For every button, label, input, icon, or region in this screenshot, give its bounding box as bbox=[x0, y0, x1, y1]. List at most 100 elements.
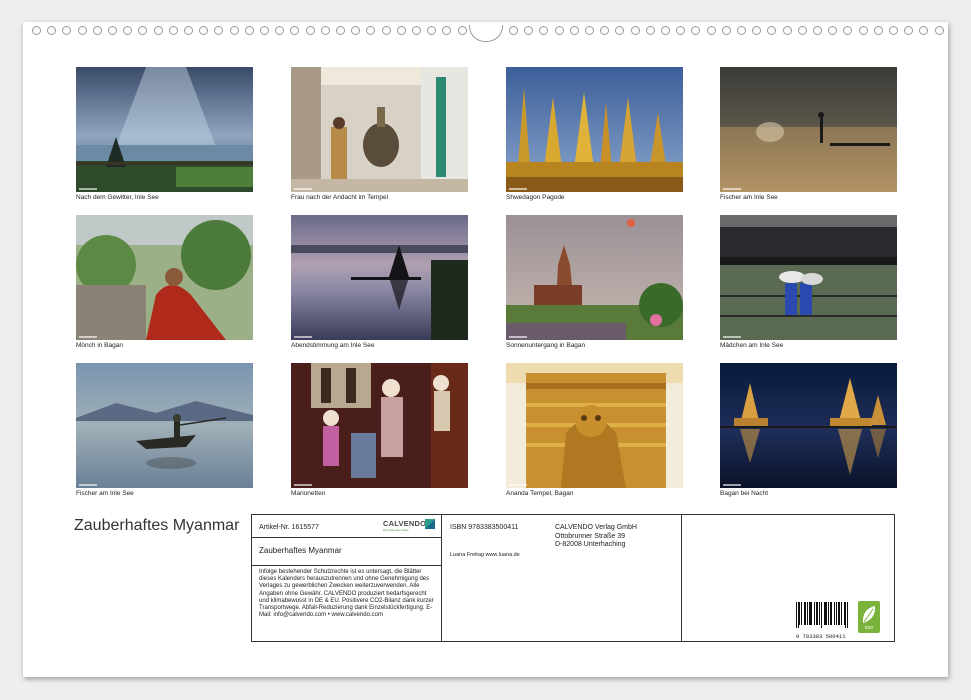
barcode-bar bbox=[814, 602, 815, 625]
barcode-bar bbox=[810, 602, 811, 625]
binding-hole bbox=[214, 26, 224, 35]
photo-7 bbox=[506, 215, 683, 340]
binding-hole bbox=[108, 26, 117, 35]
photo-8 bbox=[720, 215, 897, 340]
binding-hole bbox=[585, 26, 594, 35]
barcode-bar bbox=[798, 602, 799, 628]
photo-6-caption: Abendstimmung am Inle See bbox=[291, 342, 375, 349]
binding-hole bbox=[62, 26, 72, 35]
binding-hole bbox=[843, 26, 853, 35]
binding-hole bbox=[873, 26, 883, 35]
binding-hole bbox=[919, 26, 929, 35]
binding-hole bbox=[858, 26, 868, 35]
barcode-bar bbox=[847, 602, 848, 628]
binding-hole bbox=[600, 26, 610, 35]
binding-hole bbox=[442, 26, 452, 35]
binding-hole bbox=[260, 26, 269, 35]
binding-hole bbox=[366, 26, 376, 35]
binding-hole bbox=[290, 26, 300, 35]
photo-3-caption: Shwedagon Pagode bbox=[506, 194, 565, 201]
barcode-bar bbox=[807, 602, 808, 625]
calvendo-logo-text: CALVENDO bbox=[383, 519, 427, 528]
binding-hole bbox=[351, 26, 361, 35]
binding-hole bbox=[336, 26, 345, 35]
binding-hole bbox=[615, 26, 625, 35]
publisher-name: CALVENDO Verlag GmbH bbox=[555, 524, 637, 531]
barcode-number: 9 783383 500411 bbox=[796, 633, 846, 640]
isbn: ISBN 9783383500411 bbox=[450, 524, 519, 531]
binding-hole bbox=[305, 26, 315, 35]
binding-hole bbox=[539, 26, 549, 35]
photo-10 bbox=[291, 363, 468, 488]
barcode-bar bbox=[834, 602, 835, 625]
binding-hole bbox=[706, 26, 716, 35]
eco-label: eco bbox=[864, 625, 874, 631]
binding-hole bbox=[77, 26, 87, 35]
binding-hole bbox=[767, 26, 777, 35]
calvendo-logo-icon bbox=[425, 519, 435, 529]
imprint-box: Artikel-Nr. 1615577 CALVENDO Die Kalende… bbox=[251, 514, 895, 642]
barcode-bar bbox=[830, 602, 831, 625]
photo-5-caption: Mönch in Bagan bbox=[76, 342, 123, 349]
photo-2-caption: Frau nach der Andacht im Tempel bbox=[291, 194, 389, 201]
photo-8-caption: Mädchen am Inle See bbox=[720, 342, 784, 349]
photo-11-caption: Ananda Tempel, Bagan bbox=[506, 490, 574, 497]
binding-hole bbox=[782, 26, 792, 35]
binding-hole bbox=[509, 26, 518, 35]
binding-hole bbox=[889, 26, 898, 35]
barcode-bar bbox=[805, 602, 806, 625]
eco-badge: eco bbox=[858, 601, 880, 633]
binding-hole bbox=[47, 26, 57, 35]
barcode-bar bbox=[831, 602, 832, 625]
barcode-bar bbox=[825, 602, 826, 625]
legal-text: Infolge bestehender Schutzrechte ist es … bbox=[259, 569, 434, 619]
binding-hole bbox=[396, 26, 406, 35]
photo-3 bbox=[506, 67, 683, 192]
photo-7-caption: Sonnenuntergang in Bagan bbox=[506, 342, 586, 349]
barcode-bar bbox=[816, 602, 817, 625]
barcode-bar bbox=[838, 602, 839, 625]
barcode-bar bbox=[821, 602, 822, 628]
binding-hole bbox=[381, 26, 391, 35]
binding-hole bbox=[524, 26, 534, 35]
binding-hole bbox=[569, 26, 579, 35]
isbn-barcode: 9 783383 500411 bbox=[796, 602, 848, 640]
photo-2 bbox=[291, 67, 468, 192]
binding-hole bbox=[737, 26, 746, 35]
barcode-bar bbox=[801, 602, 802, 625]
barcode-bar bbox=[809, 602, 810, 625]
binding-hole bbox=[138, 26, 148, 35]
barcode-bar bbox=[839, 602, 840, 625]
photo-10-caption: Marionetten bbox=[291, 490, 326, 497]
binding-hole bbox=[797, 26, 807, 35]
binding-hole bbox=[645, 26, 655, 35]
barcode-bar bbox=[828, 602, 829, 625]
binding-hole bbox=[153, 26, 163, 35]
publisher-city: D-82008 Unterhaching bbox=[555, 541, 626, 548]
photo-11 bbox=[506, 363, 683, 488]
photo-12 bbox=[720, 363, 897, 488]
barcode-bar bbox=[819, 602, 820, 625]
binding-hole bbox=[275, 26, 285, 35]
photo-9-caption: Fischer am Inle See bbox=[76, 490, 134, 497]
barcode-bar bbox=[826, 602, 827, 625]
photo-12-caption: Bagan bei Nacht bbox=[720, 490, 769, 497]
binding-hole bbox=[934, 26, 944, 35]
binding-hole bbox=[828, 26, 838, 35]
article-number: Artikel-Nr. 1615577 bbox=[259, 524, 319, 531]
binding-hole bbox=[244, 26, 254, 35]
binding-hole bbox=[630, 26, 640, 35]
calendar-title: Zauberhaftes Myanmar bbox=[74, 517, 240, 534]
photo-4 bbox=[720, 67, 897, 192]
photo-4-caption: Fischer am Inle See bbox=[720, 194, 778, 201]
hanger-notch bbox=[469, 25, 503, 42]
barcode-bar bbox=[845, 602, 846, 628]
binding-hole bbox=[457, 26, 467, 35]
binding-hole bbox=[92, 26, 102, 35]
spiral-binding bbox=[23, 25, 948, 42]
barcode-bar bbox=[817, 602, 818, 625]
box-title: Zauberhaftes Myanmar bbox=[259, 546, 342, 555]
binding-hole bbox=[123, 26, 133, 35]
binding-hole bbox=[813, 26, 822, 35]
binding-hole bbox=[427, 26, 437, 35]
